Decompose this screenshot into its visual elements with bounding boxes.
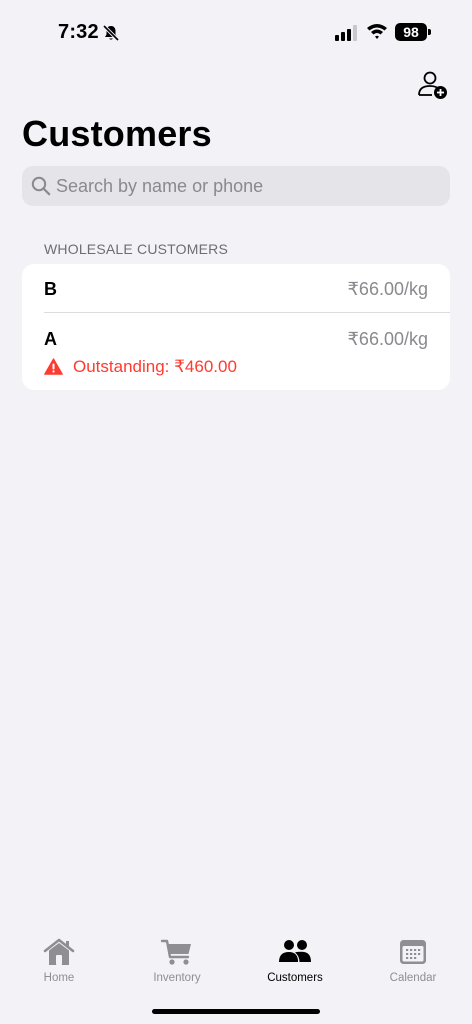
tab-label: Home: [43, 972, 75, 984]
tab-customers[interactable]: Customers: [236, 930, 354, 994]
battery-cap: [428, 29, 431, 35]
bell-slash-icon: [102, 24, 120, 42]
add-customer-button[interactable]: [416, 70, 450, 100]
wifi-icon: [367, 24, 387, 39]
page-title: Customers: [22, 113, 212, 154]
tab-label: Calendar: [389, 972, 437, 984]
customers-screen: 7:32 98 Customers Search by name or phon…: [0, 0, 472, 1024]
warning-icon: [44, 358, 63, 375]
status-bar: 7:32 98: [0, 0, 472, 60]
status-time: 7:32: [58, 21, 99, 43]
customer-row-a[interactable]: A ₹66.00/kg Outstanding: ₹460.00: [22, 313, 450, 390]
section-header: WHOLESALE CUSTOMERS: [44, 241, 229, 257]
search-icon: [31, 176, 51, 196]
search-input[interactable]: [56, 166, 436, 206]
calendar-icon: [400, 940, 426, 964]
home-indicator: [152, 1009, 320, 1014]
tab-label: Inventory: [153, 972, 201, 984]
tab-label: Customers: [267, 972, 323, 984]
customer-name: A: [44, 329, 57, 349]
customer-row-b[interactable]: B ₹66.00/kg: [22, 264, 450, 312]
signal-icon: [335, 25, 357, 41]
outstanding-text: Outstanding: ₹460.00: [73, 357, 237, 376]
customer-rate: ₹66.00/kg: [347, 329, 428, 349]
battery-level: 98: [395, 23, 427, 41]
tab-home[interactable]: Home: [0, 930, 118, 994]
cart-icon: [160, 939, 191, 965]
battery-indicator: 98: [395, 23, 431, 41]
customer-rate: ₹66.00/kg: [347, 279, 428, 299]
house-icon: [43, 938, 75, 965]
people-icon: [279, 940, 311, 962]
tab-calendar[interactable]: Calendar: [354, 930, 472, 994]
customer-list: B ₹66.00/kg A ₹66.00/kg Outstanding: ₹46…: [22, 264, 450, 390]
customer-name: B: [44, 279, 57, 299]
search-bar[interactable]: [22, 166, 450, 206]
tab-inventory[interactable]: Inventory: [118, 930, 236, 994]
